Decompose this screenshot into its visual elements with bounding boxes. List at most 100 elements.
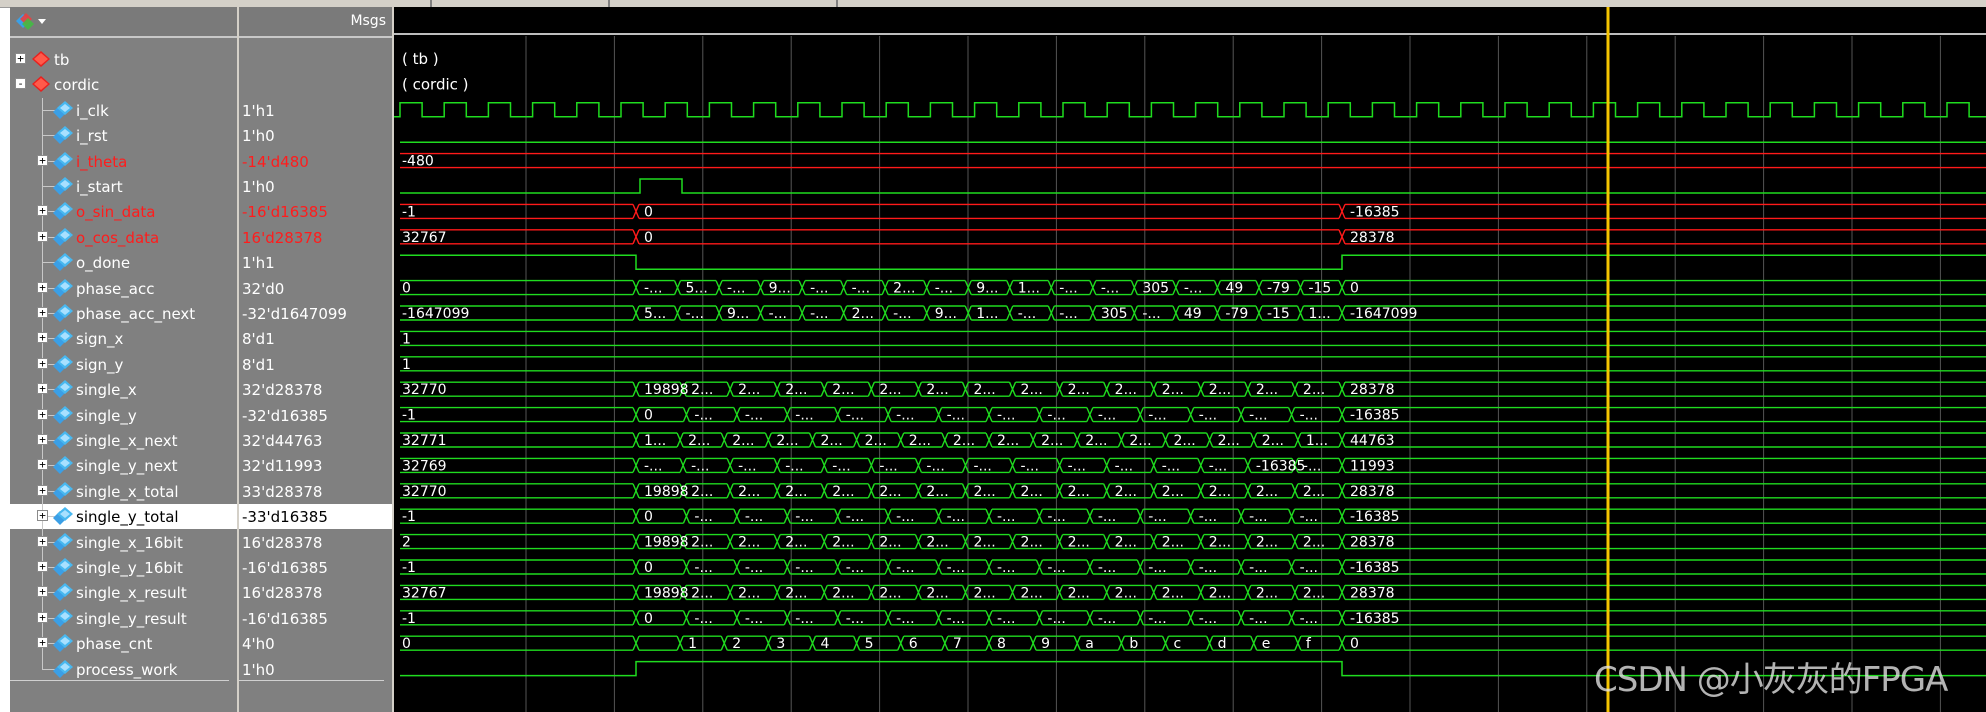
expand-icon[interactable]: + (37, 611, 48, 623)
msg-row-i-rst[interactable]: 1'h0 (239, 123, 392, 148)
signal-row-tb[interactable]: + tb (10, 47, 237, 72)
signal-name[interactable]: cordic (54, 76, 99, 94)
collapse-icon[interactable]: - (15, 78, 26, 90)
expand-icon[interactable]: + (37, 434, 48, 445)
expand-icon[interactable]: + (37, 307, 48, 318)
msg-row-single-x-next[interactable]: 32'd44763 (239, 428, 392, 453)
signal-name[interactable]: o_done (76, 254, 130, 272)
expand-icon[interactable]: + (37, 357, 48, 369)
expand-icon[interactable]: + (37, 383, 48, 395)
wave-toolbar-icon[interactable] (12, 10, 50, 32)
signal-row-single-x[interactable]: + single_x (10, 377, 237, 404)
msg-row-single-y[interactable]: -32'd16385 (239, 403, 392, 428)
expand-icon[interactable]: + (37, 637, 48, 649)
signal-row-i-rst[interactable]: i_rst (10, 123, 237, 150)
signal-name[interactable]: phase_cnt (76, 635, 152, 653)
signal-row-o-sin-data[interactable]: + o_sin_data (10, 199, 237, 226)
signal-name[interactable]: single_x_16bit (76, 534, 183, 552)
signal-row-o-done[interactable]: o_done (10, 250, 237, 277)
msg-row-phase-cnt[interactable]: 4'h0 (239, 631, 392, 656)
expand-icon[interactable]: + (37, 205, 48, 217)
msg-row-phase-acc-next[interactable]: -32'd1647099 (239, 301, 392, 326)
msg-row-o-sin-data[interactable]: -16'd16385 (239, 199, 392, 224)
signal-row-single-y-total[interactable]: + single_y_total (10, 504, 237, 531)
signal-row-single-y-next[interactable]: + single_y_next (10, 453, 237, 480)
signal-row-sign-x[interactable]: + sign_x (10, 326, 237, 353)
signal-name[interactable]: phase_acc (76, 280, 154, 298)
msg-row-o-cos-data[interactable]: 16'd28378 (239, 225, 392, 250)
msg-row-single-x-total[interactable]: 33'd28378 (239, 479, 392, 504)
signal-name[interactable]: phase_acc_next (76, 305, 195, 323)
expand-icon[interactable]: + (37, 535, 48, 547)
signal-name[interactable]: i_rst (76, 127, 108, 145)
signal-row-single-x-16bit[interactable]: + single_x_16bit (10, 529, 237, 556)
msg-row-sign-x[interactable]: 8'd1 (239, 326, 392, 351)
waveform-canvas[interactable]: ( tb )( cordic )-480-1 0 -1638532767 0 28378… (394, 7, 1986, 712)
signal-row-single-y[interactable]: + single_y (10, 402, 237, 429)
signal-row-i-clk[interactable]: i_clk (10, 97, 237, 124)
expand-icon[interactable]: + (37, 230, 48, 242)
expand-icon[interactable]: + (37, 484, 48, 496)
signal-name[interactable]: sign_y (76, 356, 123, 374)
signal-name[interactable]: single_y (76, 407, 137, 425)
signal-row-phase-cnt[interactable]: + phase_cnt (10, 631, 237, 658)
signal-row-phase-acc-next[interactable]: + phase_acc_next (10, 301, 237, 327)
signal-row-i-theta[interactable]: + i_theta (10, 148, 237, 175)
expand-icon[interactable]: + (37, 281, 48, 293)
signal-name[interactable]: process_work (76, 661, 177, 679)
signal-name[interactable]: single_x_total (76, 483, 179, 501)
signal-name[interactable]: single_x_next (76, 432, 178, 450)
signal-name[interactable]: single_x_result (76, 584, 187, 602)
expand-icon[interactable]: + (15, 53, 26, 64)
msg-row-single-y-result[interactable]: -16'd16385 (239, 606, 392, 631)
msg-row-i-clk[interactable]: 1'h1 (239, 98, 392, 123)
signal-row-o-cos-data[interactable]: + o_cos_data (10, 224, 237, 251)
signal-row-single-y-16bit[interactable]: + single_y_16bit (10, 555, 237, 581)
msg-row-single-y-total[interactable]: -33'd16385 (239, 504, 392, 530)
msg-row-sign-y[interactable]: 8'd1 (239, 352, 392, 377)
msg-row-single-x[interactable]: 32'd28378 (239, 377, 392, 402)
signal-row-cordic[interactable]: - cordic (10, 72, 237, 97)
msg-row-single-x-result[interactable]: 16'd28378 (239, 580, 392, 605)
signal-name[interactable]: o_cos_data (76, 229, 159, 247)
signal-row-process-work[interactable]: process_work (10, 656, 237, 682)
signal-row-sign-y[interactable]: + sign_y (10, 351, 237, 378)
msg-row-phase-acc[interactable]: 32'd0 (239, 276, 392, 301)
msg-row-cordic[interactable] (239, 72, 392, 97)
signal-name[interactable]: single_y_next (76, 457, 178, 475)
expand-icon[interactable]: + (37, 510, 48, 522)
signal-row-single-y-result[interactable]: + single_y_result (10, 605, 237, 632)
signal-name[interactable]: o_sin_data (76, 203, 155, 221)
expand-icon[interactable]: + (37, 408, 48, 420)
signal-name[interactable]: single_y_total (76, 508, 179, 526)
msg-row-i-theta[interactable]: -14'd480 (239, 149, 392, 174)
expand-icon[interactable]: + (37, 561, 48, 572)
signal-name[interactable]: single_x (76, 381, 137, 399)
signal-name[interactable]: i_theta (76, 153, 127, 171)
signal-row-phase-acc[interactable]: + phase_acc (10, 275, 237, 302)
signal-row-single-x-total[interactable]: + single_x_total (10, 478, 237, 505)
signal-row-single-x-next[interactable]: + single_x_next (10, 428, 237, 454)
waveform-pane[interactable]: ( tb )( cordic ) -480 -1 0 -16385 32767 0 28378… (394, 7, 1986, 712)
signal-name[interactable]: i_clk (76, 102, 109, 120)
signal-row-i-start[interactable]: i_start (10, 174, 237, 200)
msg-row-single-y-16bit[interactable]: -16'd16385 (239, 555, 392, 580)
signal-row-single-x-result[interactable]: + single_x_result (10, 580, 237, 607)
msg-row-process-work[interactable]: 1'h0 (239, 657, 392, 682)
msg-row-o-done[interactable]: 1'h1 (239, 250, 392, 275)
msg-row-single-x-16bit[interactable]: 16'd28378 (239, 530, 392, 555)
signal-name[interactable]: tb (54, 51, 69, 69)
wave-single-x-total-value: 2... (1068, 484, 1090, 500)
signal-name[interactable]: sign_x (76, 330, 123, 348)
expand-icon[interactable]: + (37, 459, 48, 471)
msg-row-tb[interactable] (239, 47, 392, 72)
msg-row-single-y-next[interactable]: 32'd11993 (239, 453, 392, 478)
msg-row-i-start[interactable]: 1'h0 (239, 174, 392, 199)
expand-icon[interactable]: + (37, 586, 48, 598)
signal-name[interactable]: i_start (76, 178, 123, 196)
wave-single-x-result-transition (1244, 585, 1252, 600)
expand-icon[interactable]: + (37, 154, 48, 166)
signal-name[interactable]: single_y_16bit (76, 559, 183, 577)
expand-icon[interactable]: + (37, 332, 48, 344)
signal-name[interactable]: single_y_result (76, 610, 187, 628)
